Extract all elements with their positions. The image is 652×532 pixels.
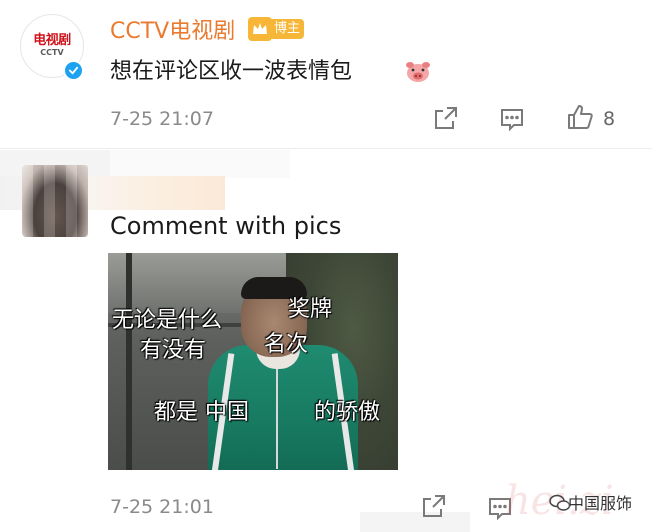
avatar-logo-subtext: CCTV bbox=[40, 48, 64, 57]
meme-background-pole bbox=[126, 253, 132, 470]
comment-image[interactable]: 无论是什么 奖牌 有没有 名次 都是 中国 的骄傲 bbox=[108, 253, 398, 470]
meme-caption: 的骄傲 bbox=[314, 400, 381, 425]
share-icon[interactable] bbox=[432, 104, 460, 132]
comment-timestamp: 7-25 21:01 bbox=[110, 496, 214, 518]
like-count: 8 bbox=[603, 108, 616, 130]
verified-icon bbox=[63, 60, 84, 81]
section-divider bbox=[0, 148, 652, 149]
comment-content: Comment with pics bbox=[110, 212, 342, 240]
comment-icon[interactable] bbox=[498, 105, 526, 133]
meme-caption: 都是 中国 bbox=[154, 400, 249, 425]
post-timestamp: 7-25 21:07 bbox=[110, 108, 214, 130]
thumbs-up-icon[interactable] bbox=[566, 102, 594, 132]
badge-label: 博主 bbox=[270, 19, 305, 39]
pig-emoji-icon bbox=[405, 60, 431, 84]
meme-caption: 有没有 bbox=[140, 338, 207, 363]
watermark-label: 中国服饰 bbox=[568, 494, 633, 513]
meme-caption: 奖牌 bbox=[288, 297, 333, 322]
share-icon[interactable] bbox=[420, 492, 448, 520]
blurred-username-right bbox=[110, 150, 290, 178]
meme-hair bbox=[241, 277, 307, 299]
meme-caption: 名次 bbox=[264, 332, 309, 357]
meme-caption: 无论是什么 bbox=[112, 308, 223, 333]
post-content: 想在评论区收一波表情包 bbox=[110, 59, 353, 84]
post-author-name[interactable]: CCTV电视剧 bbox=[110, 19, 235, 45]
avatar-logo-text: 电视剧 bbox=[33, 33, 71, 48]
avatar-mosaic bbox=[22, 165, 88, 237]
crown-icon bbox=[248, 17, 272, 41]
blurred-bottom-strip bbox=[360, 512, 470, 532]
meme-zipper bbox=[276, 369, 278, 469]
blogger-badge: 博主 bbox=[248, 17, 305, 41]
